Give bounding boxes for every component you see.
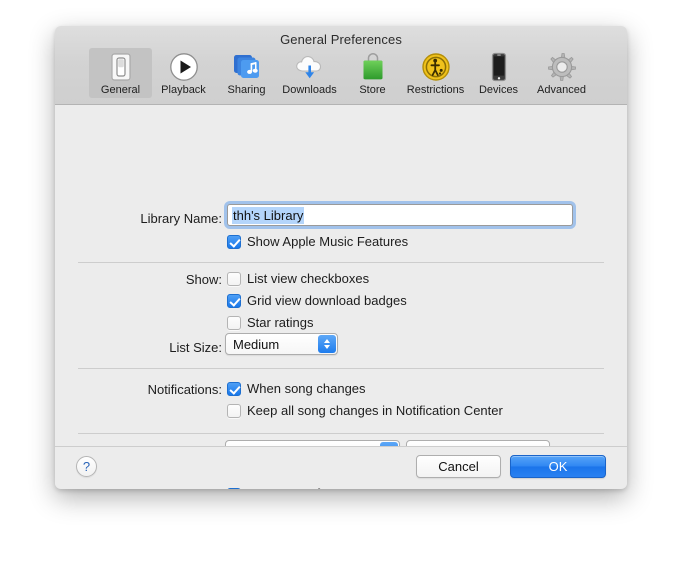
checkbox-keep-song-changes[interactable]: Keep all song changes in Notification Ce… (227, 403, 503, 418)
checkbox-box-song-changes[interactable] (227, 382, 241, 396)
cancel-button[interactable]: Cancel (416, 455, 501, 478)
toolbar-item-downloads[interactable]: Downloads (278, 48, 341, 98)
list-size-select[interactable]: Medium (225, 333, 338, 355)
toolbar-item-store[interactable]: Store (341, 48, 404, 98)
separator-1 (78, 262, 604, 263)
checkbox-box-list-view[interactable] (227, 272, 241, 286)
toolbar-item-sharing[interactable]: Sharing (215, 48, 278, 98)
preferences-body: Library Name: thh's Library Show Apple M… (55, 105, 627, 446)
checkbox-list-view-checkboxes[interactable]: List view checkboxes (227, 271, 369, 286)
gear-icon (545, 51, 579, 82)
checkbox-label-star-ratings: Star ratings (247, 315, 313, 330)
toolbar-label-devices: Devices (479, 84, 518, 96)
play-circle-icon (167, 51, 201, 82)
toolbar-label-playback: Playback (161, 84, 206, 96)
cloud-download-icon (293, 51, 327, 82)
window-title: General Preferences (55, 32, 627, 47)
dialog-footer: ? Cancel OK (55, 446, 627, 488)
checkbox-label-grid-badges: Grid view download badges (247, 293, 407, 308)
list-size-value: Medium (226, 337, 318, 352)
shopping-bag-icon (356, 51, 390, 82)
toolbar-label-store: Store (359, 84, 385, 96)
checkbox-label-song-changes: When song changes (247, 381, 366, 396)
checkbox-label-list-view: List view checkboxes (247, 271, 369, 286)
toolbar-label-general: General (101, 84, 140, 96)
preferences-toolbar: General Playback (55, 48, 627, 98)
checkbox-label-apple-music: Show Apple Music Features (247, 234, 408, 249)
general-toggle-icon (104, 51, 138, 82)
toolbar-label-restrictions: Restrictions (407, 84, 464, 96)
checkbox-box-star-ratings[interactable] (227, 316, 241, 330)
notifications-label: Notifications: (78, 382, 222, 397)
checkbox-box-keep-changes[interactable] (227, 404, 241, 418)
toolbar-label-downloads: Downloads (282, 84, 336, 96)
checkbox-star-ratings[interactable]: Star ratings (227, 315, 313, 330)
separator-2 (78, 368, 604, 369)
help-button[interactable]: ? (76, 456, 97, 477)
music-stack-icon (230, 51, 264, 82)
preferences-window: General Preferences General (55, 26, 627, 489)
checkbox-show-apple-music[interactable]: Show Apple Music Features (227, 234, 408, 249)
show-label: Show: (78, 272, 222, 287)
checkbox-when-song-changes[interactable]: When song changes (227, 381, 366, 396)
ok-button[interactable]: OK (510, 455, 606, 478)
library-name-value: thh's Library (232, 207, 304, 224)
window-titlebar: General Preferences General (55, 26, 627, 105)
toolbar-item-general[interactable]: General (89, 48, 152, 98)
chevron-updown-icon[interactable] (318, 335, 336, 353)
list-size-label: List Size: (78, 340, 222, 355)
toolbar-item-restrictions[interactable]: Restrictions (404, 48, 467, 98)
library-name-label: Library Name: (78, 211, 222, 226)
checkbox-box-grid-badges[interactable] (227, 294, 241, 308)
checkbox-box-apple-music[interactable] (227, 235, 241, 249)
toolbar-label-sharing: Sharing (228, 84, 266, 96)
separator-3 (78, 433, 604, 434)
checkbox-grid-view-badges[interactable]: Grid view download badges (227, 293, 407, 308)
screenshot-canvas: General Preferences General (0, 0, 682, 562)
parental-warning-icon (419, 51, 453, 82)
toolbar-label-advanced: Advanced (537, 84, 586, 96)
iphone-icon (482, 51, 516, 82)
toolbar-item-playback[interactable]: Playback (152, 48, 215, 98)
toolbar-item-advanced[interactable]: Advanced (530, 48, 593, 98)
toolbar-item-devices[interactable]: Devices (467, 48, 530, 98)
library-name-input[interactable]: thh's Library (227, 204, 573, 226)
checkbox-label-keep-changes: Keep all song changes in Notification Ce… (247, 403, 503, 418)
